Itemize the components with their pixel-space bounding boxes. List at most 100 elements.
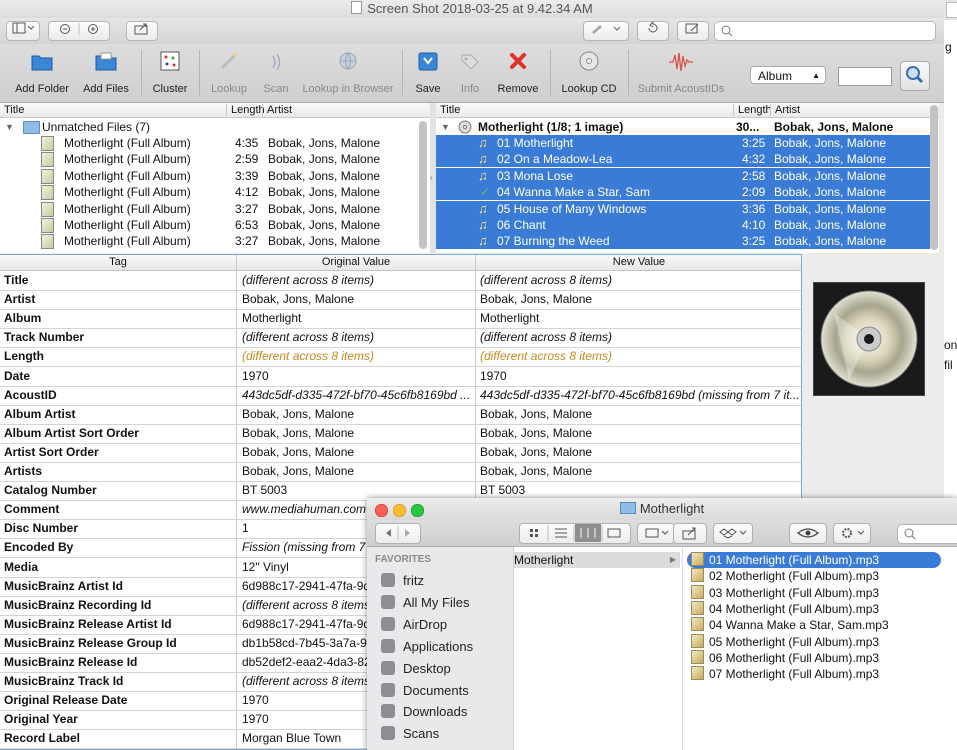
- unmatched-file-row[interactable]: Motherlight (Full Album) 3:27 Bobak, Jon…: [0, 233, 418, 250]
- dropbox-button[interactable]: [713, 523, 753, 544]
- right-pane-scrollbar[interactable]: [930, 105, 938, 250]
- unmatched-file-row[interactable]: Motherlight (Full Album) 4:35 Bobak, Jon…: [0, 135, 418, 151]
- original-value[interactable]: 443dc5df-d335-472f-bf70-45c6fb8169bd ...: [242, 386, 472, 405]
- edit-button[interactable]: [677, 21, 709, 41]
- new-value[interactable]: Bobak, Jons, Malone: [480, 290, 798, 309]
- track-row[interactable]: ♫ 07 Burning the Weed 3:25 Bobak, Jons, …: [436, 233, 930, 250]
- metadata-row[interactable]: Artist Bobak, Jons, Malone Bobak, Jons, …: [0, 290, 801, 311]
- new-value[interactable]: 1970: [480, 367, 798, 386]
- track-row[interactable]: ♫ 05 House of Many Windows 3:36 Bobak, J…: [436, 200, 930, 217]
- column-artist[interactable]: Artist: [771, 103, 800, 117]
- file-row[interactable]: 03 Motherlight (Full Album).mp3: [687, 584, 941, 601]
- remove-button[interactable]: Remove: [494, 50, 542, 95]
- original-value[interactable]: (different across 8 items): [242, 271, 472, 290]
- track-row[interactable]: ♫ 01 Motherlight 3:25 Bobak, Jons, Malon…: [436, 135, 930, 151]
- search-query-input[interactable]: [838, 67, 892, 86]
- column-original-value[interactable]: Original Value: [237, 255, 475, 270]
- metadata-row[interactable]: Track Number (different across 8 items) …: [0, 328, 801, 349]
- rotate-button[interactable]: [637, 20, 669, 41]
- sidebar-item-scans[interactable]: Scans: [381, 724, 439, 744]
- unmatched-file-row[interactable]: Motherlight (Full Album) 4:12 Bobak, Jon…: [0, 184, 418, 201]
- cluster-button[interactable]: Cluster: [148, 50, 192, 95]
- finder-search-input[interactable]: [897, 524, 957, 544]
- cover-art-image[interactable]: [813, 282, 925, 396]
- unmatched-file-row[interactable]: Motherlight (Full Album) 3:39 Bobak, Jon…: [0, 168, 418, 184]
- minimize-button[interactable]: [393, 504, 406, 517]
- original-value[interactable]: (different across 8 items): [242, 347, 472, 366]
- sidebar-item-airdrop[interactable]: AirDrop: [381, 615, 447, 635]
- file-row[interactable]: 01 Motherlight (Full Album).mp3: [687, 552, 941, 568]
- column-length[interactable]: Length: [734, 103, 772, 117]
- metadata-row[interactable]: Album Motherlight Motherlight: [0, 309, 801, 330]
- unmatched-file-row[interactable]: Motherlight (Full Album) 3:27 Bobak, Jon…: [0, 201, 418, 217]
- new-value[interactable]: Bobak, Jons, Malone: [480, 424, 798, 443]
- column-tag[interactable]: Tag: [0, 255, 236, 270]
- file-row[interactable]: 04 Motherlight (Full Album).mp3: [687, 600, 941, 617]
- track-row[interactable]: ♫ 06 Chant 4:10 Bobak, Jons, Malone: [436, 217, 930, 233]
- new-value[interactable]: Motherlight: [480, 309, 798, 328]
- track-row[interactable]: ♫ 02 On a Meadow-Lea 4:32 Bobak, Jons, M…: [436, 151, 930, 168]
- preview-search-input[interactable]: [714, 21, 936, 41]
- close-button[interactable]: [375, 504, 388, 517]
- arrange-button[interactable]: [637, 523, 675, 544]
- quick-look-button[interactable]: [789, 523, 827, 544]
- lookup-in-browser-button[interactable]: Lookup in Browser: [302, 50, 394, 95]
- new-value[interactable]: (different across 8 items): [480, 271, 798, 290]
- metadata-row[interactable]: Album Artist Bobak, Jons, Malone Bobak, …: [0, 405, 801, 425]
- sidebar-item-applications[interactable]: Applications: [381, 637, 473, 657]
- sidebar-item-all-my-files[interactable]: All My Files: [381, 593, 469, 613]
- new-value[interactable]: Bobak, Jons, Malone: [480, 462, 798, 481]
- column-new-value[interactable]: New Value: [476, 255, 801, 270]
- share-button[interactable]: [673, 523, 707, 544]
- folder-row-motherlight[interactable]: Motherlight ▶: [514, 552, 680, 568]
- unmatched-file-row[interactable]: Motherlight (Full Album) 2:59 Bobak, Jon…: [0, 151, 418, 168]
- submit-acoustids-button[interactable]: Submit AcoustIDs: [636, 50, 726, 95]
- disclosure-triangle-icon[interactable]: ▼: [5, 119, 14, 135]
- file-row[interactable]: 05 Motherlight (Full Album).mp3: [687, 633, 941, 650]
- unmatched-file-row[interactable]: Motherlight (Full Album) 6:53 Bobak, Jon…: [0, 217, 418, 233]
- new-value[interactable]: 443dc5df-d335-472f-bf70-45c6fb8169bd (mi…: [480, 386, 798, 405]
- zoom-button[interactable]: [411, 504, 424, 517]
- metadata-row[interactable]: Length (different across 8 items) (diffe…: [0, 347, 801, 368]
- add-files-button[interactable]: Add Files: [78, 50, 134, 95]
- sidebar-item-fritz[interactable]: fritz: [381, 571, 424, 591]
- new-value[interactable]: Bobak, Jons, Malone: [480, 405, 798, 424]
- save-button[interactable]: Save: [408, 50, 448, 95]
- metadata-row[interactable]: AcoustID 443dc5df-d335-472f-bf70-45c6fb8…: [0, 386, 801, 406]
- column-length[interactable]: Length: [227, 103, 265, 117]
- file-row[interactable]: 06 Motherlight (Full Album).mp3: [687, 649, 941, 666]
- search-button[interactable]: [900, 61, 930, 91]
- original-value[interactable]: Bobak, Jons, Malone: [242, 290, 472, 309]
- original-value[interactable]: Bobak, Jons, Malone: [242, 443, 472, 462]
- markup-button[interactable]: [583, 21, 629, 41]
- new-value[interactable]: (different across 8 items): [480, 347, 798, 366]
- zoom-buttons[interactable]: [48, 21, 110, 41]
- sidebar-toggle-button[interactable]: [6, 21, 40, 41]
- metadata-row[interactable]: Date 1970 1970: [0, 367, 801, 387]
- left-pane-scrollbar[interactable]: [419, 121, 427, 249]
- new-value[interactable]: (different across 8 items): [480, 328, 798, 347]
- sidebar-item-downloads[interactable]: Downloads: [381, 702, 467, 722]
- info-button[interactable]: Info: [452, 50, 488, 95]
- sidebar-item-desktop[interactable]: Desktop: [381, 659, 451, 679]
- column-artist[interactable]: Artist: [263, 103, 292, 117]
- original-value[interactable]: Bobak, Jons, Malone: [242, 424, 472, 443]
- file-row[interactable]: 04 Wanna Make a Star, Sam.mp3: [687, 617, 941, 633]
- scan-button[interactable]: Scan: [256, 50, 296, 95]
- metadata-row[interactable]: Title (different across 8 items) (differ…: [0, 271, 801, 291]
- new-value[interactable]: Bobak, Jons, Malone: [480, 443, 798, 462]
- unmatched-group-row[interactable]: ▼ Unmatched Files (7): [0, 119, 420, 135]
- original-value[interactable]: Bobak, Jons, Malone: [242, 462, 472, 481]
- lookup-button[interactable]: Lookup: [206, 50, 252, 95]
- original-value[interactable]: Bobak, Jons, Malone: [242, 405, 472, 424]
- metadata-row[interactable]: Artist Sort Order Bobak, Jons, Malone Bo…: [0, 443, 801, 463]
- lookup-cd-button[interactable]: Lookup CD: [558, 50, 620, 95]
- back-forward-buttons[interactable]: [375, 523, 421, 544]
- file-row[interactable]: 02 Motherlight (Full Album).mp3: [687, 568, 941, 584]
- file-row[interactable]: 07 Motherlight (Full Album).mp3: [687, 666, 941, 682]
- add-folder-button[interactable]: Add Folder: [14, 50, 70, 95]
- column-title[interactable]: Title: [436, 103, 460, 117]
- metadata-row[interactable]: Artists Bobak, Jons, Malone Bobak, Jons,…: [0, 462, 801, 482]
- original-value[interactable]: (different across 8 items): [242, 328, 472, 347]
- view-mode-buttons[interactable]: [519, 523, 631, 544]
